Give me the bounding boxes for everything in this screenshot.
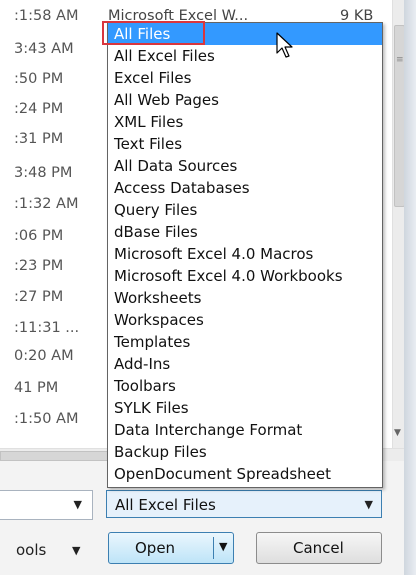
file-modified-time: 3:48 PM xyxy=(14,165,73,181)
file-modified-time: :06 PM xyxy=(14,228,64,244)
dropdown-option[interactable]: Data Interchange Format xyxy=(108,419,382,441)
file-modified-time: :31 PM xyxy=(14,131,64,147)
dropdown-option[interactable]: Microsoft Excel 4.0 Macros xyxy=(108,243,382,265)
file-modified-time: :27 PM xyxy=(14,289,64,305)
split-divider xyxy=(213,537,214,559)
open-dialog: :1:58 AM Microsoft Excel W... 9 KB 3:43 … xyxy=(0,0,405,575)
dropdown-option[interactable]: Workspaces xyxy=(108,309,382,331)
file-type-select-value: All Excel Files xyxy=(115,496,216,514)
cancel-button[interactable]: Cancel xyxy=(256,532,382,564)
dropdown-option[interactable]: All Data Sources xyxy=(108,155,382,177)
chevron-down-icon[interactable]: ▼ xyxy=(72,544,80,557)
dropdown-option[interactable]: SYLK Files xyxy=(108,397,382,419)
file-modified-time: :1:50 AM xyxy=(14,411,79,427)
chevron-down-icon[interactable]: ▼ xyxy=(74,498,82,511)
dropdown-option[interactable]: Text Files xyxy=(108,133,382,155)
dropdown-option[interactable]: All Web Pages xyxy=(108,89,382,111)
dropdown-option[interactable]: All Excel Files xyxy=(108,45,382,67)
file-modified-time: 0:20 AM xyxy=(14,348,74,364)
scroll-down-arrow-icon[interactable]: ▼ xyxy=(394,428,401,438)
cancel-button-label: Cancel xyxy=(293,539,344,557)
dropdown-option[interactable]: Query Files xyxy=(108,199,382,221)
dropdown-option[interactable]: Excel Files xyxy=(108,67,382,89)
dropdown-option[interactable]: Backup Files xyxy=(108,441,382,463)
file-modified-time: :11:31 ... xyxy=(14,320,80,336)
dropdown-option[interactable]: Worksheets xyxy=(108,287,382,309)
file-modified-time: :23 PM xyxy=(14,258,64,274)
dropdown-option[interactable]: Microsoft Excel 4.0 Workbooks xyxy=(108,265,382,287)
dropdown-option[interactable]: Toolbars xyxy=(108,375,382,397)
chevron-down-icon[interactable]: ▼ xyxy=(365,498,373,511)
open-button[interactable]: Open ▼ xyxy=(108,532,234,564)
file-type-select[interactable]: All Excel Files ▼ xyxy=(106,490,382,518)
file-modified-time: :50 PM xyxy=(14,71,64,87)
dropdown-option[interactable]: Add-Ins xyxy=(108,353,382,375)
tools-button[interactable]: ools xyxy=(16,541,46,559)
open-button-label: Open xyxy=(135,539,176,557)
mouse-pointer-icon xyxy=(276,32,293,58)
file-modified-time: 41 PM xyxy=(14,380,59,396)
grip-icon: ≡ xyxy=(396,55,404,65)
dropdown-option[interactable]: XML Files xyxy=(108,111,382,133)
dropdown-option[interactable]: All Files xyxy=(108,23,382,45)
file-modified-time: :1:58 AM xyxy=(14,8,79,24)
file-type-dropdown-list[interactable]: All Files All Excel Files Excel Files Al… xyxy=(107,22,383,488)
chevron-down-icon[interactable]: ▼ xyxy=(219,540,227,553)
dropdown-option[interactable]: Access Databases xyxy=(108,177,382,199)
file-modified-time: :24 PM xyxy=(14,101,64,117)
window-edge xyxy=(404,0,416,575)
dropdown-option[interactable]: Templates xyxy=(108,331,382,353)
file-name-input[interactable]: ▼ xyxy=(0,490,93,520)
file-modified-time: :1:32 AM xyxy=(14,196,79,212)
file-modified-time: 3:43 AM xyxy=(14,41,74,57)
dropdown-option[interactable]: OpenDocument Spreadsheet xyxy=(108,463,382,485)
dropdown-option[interactable]: dBase Files xyxy=(108,221,382,243)
